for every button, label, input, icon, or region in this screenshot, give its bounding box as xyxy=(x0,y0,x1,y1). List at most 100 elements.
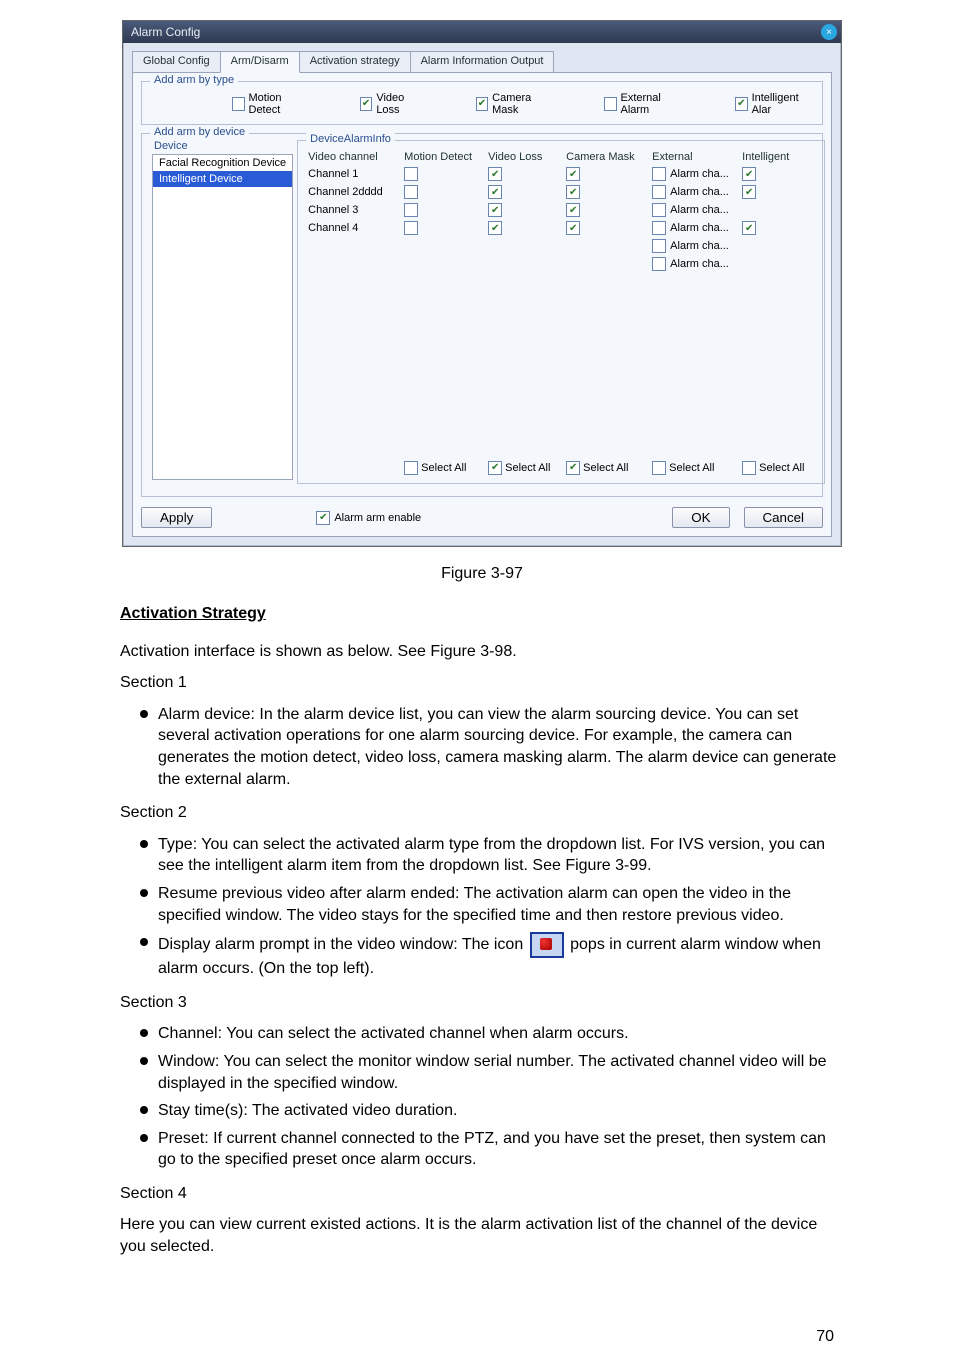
cb-ext[interactable]: Alarm cha... xyxy=(652,185,742,199)
list-item: Preset: If current channel connected to … xyxy=(120,1128,844,1177)
tab-label: Arm/Disarm xyxy=(231,55,289,67)
list-item: Alarm device: In the alarm device list, … xyxy=(120,704,844,796)
ext-label: Alarm cha... xyxy=(670,258,729,270)
group-arm-by-type: Add arm by type Motion Detect Video Loss… xyxy=(141,81,823,125)
select-all-cm[interactable]: Select All xyxy=(566,461,652,475)
row-channel-label: Channel 3 xyxy=(308,203,404,217)
tab-arm-disarm[interactable]: Arm/Disarm xyxy=(220,51,300,73)
tab-label: Activation strategy xyxy=(310,55,400,67)
chk-camera-mask[interactable]: Camera Mask xyxy=(476,92,552,116)
col-motion-detect: Motion Detect xyxy=(404,151,488,163)
cb-md[interactable] xyxy=(404,203,418,217)
device-list: Facial Recognition Device Intelligent De… xyxy=(152,154,293,480)
figure-caption: Figure 3-97 xyxy=(120,565,844,583)
list-item: Window: You can select the monitor windo… xyxy=(120,1051,844,1100)
device-item[interactable]: Facial Recognition Device xyxy=(153,155,292,171)
cb-intl[interactable] xyxy=(742,221,756,235)
sa-label: Select All xyxy=(421,462,466,474)
sa-label: Select All xyxy=(669,462,714,474)
cb-cm[interactable] xyxy=(566,185,580,199)
chk-motion-detect[interactable]: Motion Detect xyxy=(232,92,308,116)
tab-activation-strategy[interactable]: Activation strategy xyxy=(299,51,411,73)
section3-label: Section 3 xyxy=(120,992,844,1014)
cancel-button[interactable]: Cancel xyxy=(744,507,824,528)
cb-vl[interactable] xyxy=(488,203,502,217)
cb-ext[interactable]: Alarm cha... xyxy=(652,221,742,235)
section1-label: Section 1 xyxy=(120,672,844,694)
section2-label: Section 2 xyxy=(120,802,844,824)
tab-bar: Global Config Arm/Disarm Activation stra… xyxy=(132,51,832,73)
text-fragment: Display alarm prompt in the video window… xyxy=(158,936,523,953)
tab-global-config[interactable]: Global Config xyxy=(132,51,221,73)
row-channel-label: Channel 4 xyxy=(308,221,404,235)
cb-ext[interactable]: Alarm cha... xyxy=(652,167,742,181)
select-all-intl[interactable]: Select All xyxy=(742,461,814,475)
col-camera-mask: Camera Mask xyxy=(566,151,652,163)
cb-intl[interactable] xyxy=(742,185,756,199)
ext-label: Alarm cha... xyxy=(670,240,729,252)
chk-external-alarm[interactable]: External Alarm xyxy=(604,92,683,116)
chk-intelligent-alarm[interactable]: Intelligent Alar xyxy=(735,92,812,116)
group-title: DeviceAlarmInfo xyxy=(306,133,395,145)
ok-button[interactable]: OK xyxy=(672,507,729,528)
cb-cm[interactable] xyxy=(566,167,580,181)
cb-md[interactable] xyxy=(404,185,418,199)
cb-cm[interactable] xyxy=(566,203,580,217)
list-item: Display alarm prompt in the video window… xyxy=(120,932,844,986)
col-video-loss: Video Loss xyxy=(488,151,566,163)
tab-alarm-info-output[interactable]: Alarm Information Output xyxy=(410,51,555,73)
device-header: Device xyxy=(154,140,293,152)
row-channel-label: Channel 2dddd xyxy=(308,185,404,199)
ext-label: Alarm cha... xyxy=(670,186,729,198)
section4-text: Here you can view current existed action… xyxy=(120,1214,844,1257)
sa-label: Select All xyxy=(583,462,628,474)
alarm-prompt-icon xyxy=(530,932,564,958)
chk-video-loss[interactable]: Video Loss xyxy=(360,92,424,116)
sa-label: Select All xyxy=(505,462,550,474)
section2-list: Type: You can select the activated alarm… xyxy=(120,834,844,986)
col-external: External xyxy=(652,151,742,163)
sa-label: Select All xyxy=(759,462,804,474)
select-all-vl[interactable]: Select All xyxy=(488,461,566,475)
cb-vl[interactable] xyxy=(488,221,502,235)
group-device-alarm-info: DeviceAlarmInfo Video channel Motion Det… xyxy=(297,140,825,484)
ext-label: Alarm cha... xyxy=(670,204,729,216)
cb-cm[interactable] xyxy=(566,221,580,235)
select-all-md[interactable]: Select All xyxy=(404,461,488,475)
group-title: Add arm by type xyxy=(150,74,238,86)
group-arm-by-device: Add arm by device Device Facial Recognit… xyxy=(141,133,823,497)
cb-ext[interactable]: Alarm cha... xyxy=(652,239,742,253)
tab-label: Alarm Information Output xyxy=(421,55,544,67)
dialog-bottom-bar: Apply Alarm arm enable OK Cancel xyxy=(141,507,823,528)
list-item: Channel: You can select the activated ch… xyxy=(120,1023,844,1051)
cb-ext[interactable]: Alarm cha... xyxy=(652,203,742,217)
cb-vl[interactable] xyxy=(488,185,502,199)
cb-md[interactable] xyxy=(404,221,418,235)
device-item[interactable]: Intelligent Device xyxy=(153,171,292,187)
list-item: Type: You can select the activated alarm… xyxy=(120,834,844,883)
col-video-channel: Video channel xyxy=(308,151,404,163)
cb-md[interactable] xyxy=(404,167,418,181)
chk-label: Camera Mask xyxy=(492,92,552,116)
alarm-config-dialog: Alarm Config × Global Config Arm/Disarm … xyxy=(122,20,842,547)
cb-vl[interactable] xyxy=(488,167,502,181)
select-all-ext[interactable]: Select All xyxy=(652,461,742,475)
row-channel-label: Channel 1 xyxy=(308,167,404,181)
list-item: Resume previous video after alarm ended:… xyxy=(120,883,844,932)
chk-alarm-arm-enable[interactable]: Alarm arm enable xyxy=(316,511,421,525)
group-title: Add arm by device xyxy=(150,126,249,138)
close-icon[interactable]: × xyxy=(821,24,837,40)
chk-label: Alarm arm enable xyxy=(334,512,421,524)
chk-label: Motion Detect xyxy=(249,92,308,116)
col-intelligent: Intelligent xyxy=(742,151,814,163)
chk-label: Intelligent Alar xyxy=(752,92,812,116)
heading-activation-strategy: Activation Strategy xyxy=(120,603,844,625)
tab-label: Global Config xyxy=(143,55,210,67)
cb-ext[interactable]: Alarm cha... xyxy=(652,257,742,271)
section4-label: Section 4 xyxy=(120,1183,844,1205)
ext-label: Alarm cha... xyxy=(670,222,729,234)
intro-text: Activation interface is shown as below. … xyxy=(120,641,844,663)
chk-label: External Alarm xyxy=(621,92,684,116)
cb-intl[interactable] xyxy=(742,167,756,181)
apply-button[interactable]: Apply xyxy=(141,507,212,528)
